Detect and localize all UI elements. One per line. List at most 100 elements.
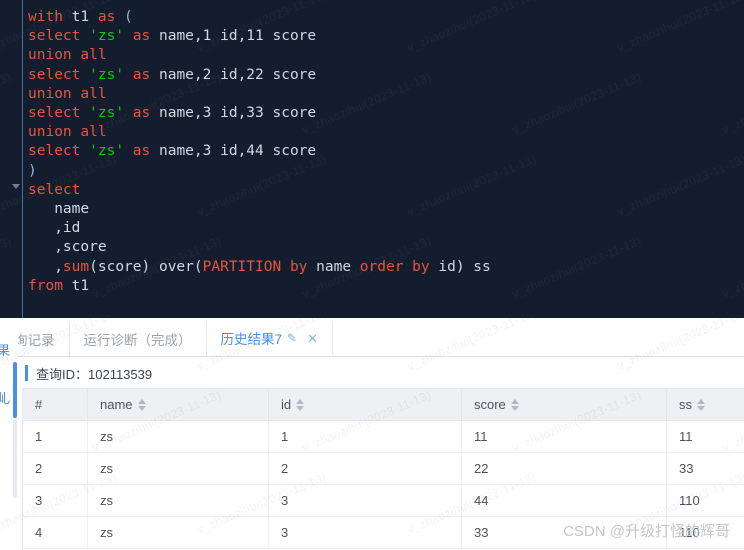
csdn-watermark: CSDN @升级打怪的辉哥 bbox=[563, 520, 730, 541]
column-header-label: # bbox=[35, 397, 42, 412]
results-tab-2[interactable]: 历史结果7 ✎ ✕ bbox=[207, 322, 333, 356]
code-token-id: name bbox=[28, 201, 89, 217]
sort-ascending-icon[interactable] bbox=[138, 399, 146, 404]
code-token-id: name, bbox=[150, 105, 202, 121]
results-tab-label: 运行诊断（完成） bbox=[84, 329, 192, 349]
code-token-str: 'zs' bbox=[89, 143, 124, 159]
code-token-id: name, bbox=[150, 143, 202, 159]
code-line: ) bbox=[28, 162, 491, 181]
sort-caret-icon[interactable] bbox=[697, 399, 705, 411]
code-fold-toggle-icon[interactable] bbox=[12, 184, 20, 189]
sidebar-item-0[interactable]: 果 bbox=[0, 340, 10, 359]
code-token-fn: sum bbox=[63, 259, 89, 275]
code-line: select bbox=[28, 181, 491, 200]
code-token-kw: as bbox=[133, 105, 150, 121]
table-cell-score: 22 bbox=[462, 453, 667, 485]
code-line: select 'zs' as name,2 id,22 score bbox=[28, 66, 491, 85]
code-token-id: name bbox=[307, 259, 359, 275]
table-cell-num: 2 bbox=[23, 453, 88, 485]
table-cell-score: 11 bbox=[462, 421, 667, 453]
editor-gutter bbox=[0, 0, 23, 318]
code-token-id: score bbox=[264, 67, 316, 83]
sort-caret-icon[interactable] bbox=[511, 399, 519, 411]
code-token-kw: PARTITION bbox=[203, 259, 282, 275]
code-token-kw: union all bbox=[28, 86, 107, 102]
code-token-kw: by bbox=[290, 259, 307, 275]
sql-code-text[interactable]: with t1 as (select 'zs' as name,1 id,11 … bbox=[28, 8, 491, 296]
sort-descending-icon[interactable] bbox=[697, 406, 705, 411]
code-token-id bbox=[124, 105, 133, 121]
code-token-kw: select bbox=[28, 28, 80, 44]
sort-descending-icon[interactable] bbox=[296, 406, 304, 411]
sidebar-scrollbar-track[interactable] bbox=[13, 418, 17, 498]
sort-descending-icon[interactable] bbox=[138, 406, 146, 411]
code-token-num: 22 bbox=[246, 67, 263, 83]
sort-caret-icon[interactable] bbox=[138, 399, 146, 411]
tab-rename-pencil-icon[interactable]: ✎ bbox=[287, 332, 297, 344]
watermark-tile: v_zhaozihui(2023-11-13) bbox=[510, 234, 643, 301]
table-cell-ss: 11 bbox=[667, 421, 744, 453]
code-token-str: 'zs' bbox=[89, 67, 124, 83]
code-token-kw: select bbox=[28, 143, 80, 159]
table-cell-num: 4 bbox=[23, 517, 88, 549]
results-tab-label: 历史结果7 bbox=[221, 328, 283, 348]
table-row[interactable]: 2zs22233 bbox=[23, 453, 744, 485]
code-token-id: id, bbox=[211, 28, 246, 44]
sidebar-item-1[interactable]: 乢 bbox=[0, 388, 10, 407]
code-token-id: score bbox=[264, 143, 316, 159]
column-header-name[interactable]: name bbox=[88, 389, 269, 421]
column-header-ss[interactable]: ss bbox=[667, 389, 744, 421]
code-token-kw: select bbox=[28, 105, 80, 121]
results-tab-strip[interactable]: 询记录运行诊断（完成）历史结果7✎✕ bbox=[0, 322, 744, 357]
column-header-inner: # bbox=[35, 397, 42, 412]
sort-ascending-icon[interactable] bbox=[296, 399, 304, 404]
table-cell-id: 2 bbox=[269, 453, 462, 485]
query-id-accent-bar bbox=[25, 365, 28, 381]
code-token-id: t1 bbox=[63, 9, 98, 25]
sort-descending-icon[interactable] bbox=[511, 406, 519, 411]
table-cell-name: zs bbox=[88, 485, 269, 517]
table-row[interactable]: 3zs344110 bbox=[23, 485, 744, 517]
code-token-id: id, bbox=[211, 67, 246, 83]
code-token-id bbox=[281, 259, 290, 275]
table-cell-score: 44 bbox=[462, 485, 667, 517]
code-token-kw: order by bbox=[360, 259, 430, 275]
results-pane: 询记录运行诊断（完成）历史结果7✎✕ 查询ID：102113539 #namei… bbox=[0, 318, 744, 549]
code-token-kw: select bbox=[28, 67, 80, 83]
tab-close-icon[interactable]: ✕ bbox=[307, 332, 318, 345]
code-line: select 'zs' as name,3 id,44 score bbox=[28, 142, 491, 161]
table-cell-name: zs bbox=[88, 453, 269, 485]
sort-ascending-icon[interactable] bbox=[697, 399, 705, 404]
code-token-kw: as bbox=[98, 9, 115, 25]
table-cell-ss: 110 bbox=[667, 485, 744, 517]
column-header-score[interactable]: score bbox=[462, 389, 667, 421]
table-row[interactable]: 1zs11111 bbox=[23, 421, 744, 453]
code-line: union all bbox=[28, 85, 491, 104]
query-id-bar: 查询ID：102113539 bbox=[0, 360, 744, 386]
sort-caret-icon[interactable] bbox=[296, 399, 304, 411]
sidebar-scrollbar-thumb[interactable] bbox=[13, 362, 17, 418]
code-line: select 'zs' as name,1 id,11 score bbox=[28, 27, 491, 46]
column-header-id[interactable]: id bbox=[269, 389, 462, 421]
code-token-punc: ( bbox=[124, 9, 133, 25]
code-token-num: 44 bbox=[246, 143, 263, 159]
code-token-id bbox=[124, 143, 133, 159]
code-token-id: ,score bbox=[28, 239, 107, 255]
code-token-id: score bbox=[264, 105, 316, 121]
code-line: name bbox=[28, 200, 491, 219]
code-token-kw: as bbox=[133, 28, 150, 44]
sort-ascending-icon[interactable] bbox=[511, 399, 519, 404]
code-token-id: , bbox=[28, 259, 63, 275]
results-tab-1[interactable]: 运行诊断（完成） bbox=[70, 322, 207, 356]
code-token-str: 'zs' bbox=[89, 105, 124, 121]
code-token-id: id) ss bbox=[430, 259, 491, 275]
results-header-row: # nameidscoress bbox=[23, 389, 744, 421]
code-line: ,id bbox=[28, 219, 491, 238]
query-id-label: 查询ID：102113539 bbox=[36, 364, 152, 383]
code-token-id bbox=[124, 67, 133, 83]
code-token-kw: as bbox=[133, 67, 150, 83]
table-cell-num: 1 bbox=[23, 421, 88, 453]
sql-code-editor[interactable]: with t1 as (select 'zs' as name,1 id,11 … bbox=[0, 0, 744, 318]
code-token-id: t1 bbox=[63, 278, 89, 294]
left-sidebar-sliver[interactable]: 果乢 bbox=[0, 318, 18, 549]
